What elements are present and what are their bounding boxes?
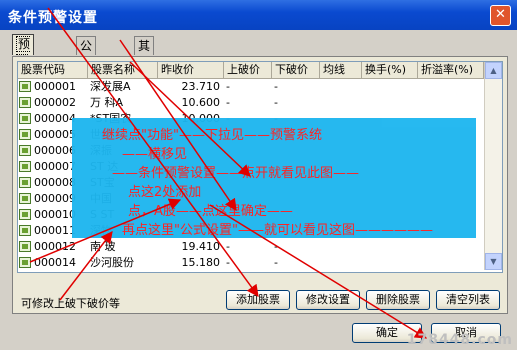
table-cell: 深发展A bbox=[90, 80, 131, 93]
annotation-line: 点这2处添加 bbox=[128, 185, 202, 200]
column-header-ma[interactable]: 均线 bbox=[320, 62, 362, 78]
column-header-turnover[interactable]: 换手(%) bbox=[362, 62, 418, 78]
column-header-premium[interactable]: 折溢率(%) bbox=[418, 62, 484, 78]
edit-settings-button[interactable]: 修改设置 bbox=[296, 290, 360, 310]
vertical-scrollbar[interactable]: ▲ ▼ bbox=[484, 62, 502, 270]
table-cell: 000014 bbox=[34, 256, 76, 269]
annotation-line: 继续点"功能"——下拉见——预警系统 bbox=[102, 128, 322, 143]
table-cell: 沙河股份 bbox=[90, 256, 134, 269]
stock-icon bbox=[19, 97, 31, 108]
table-cell: 19.410 bbox=[181, 240, 221, 253]
watermark: 178448.com bbox=[406, 332, 513, 348]
stock-icon bbox=[19, 129, 31, 140]
scroll-up-icon[interactable]: ▲ bbox=[485, 62, 502, 79]
tab-other-settings[interactable]: 其它设置 bbox=[134, 36, 155, 107]
table-cell: - bbox=[226, 96, 230, 109]
table-cell: - bbox=[226, 80, 230, 93]
table-cell: 000012 bbox=[34, 240, 76, 253]
table-cell: - bbox=[226, 256, 230, 269]
table-cell: 南 玻 bbox=[90, 240, 116, 253]
stock-icon bbox=[19, 177, 31, 188]
table-cell: 15.180 bbox=[181, 256, 221, 269]
column-header-lower-break[interactable]: 下破价 bbox=[272, 62, 320, 78]
window-title: 条件预警设置 bbox=[8, 10, 98, 26]
column-header-name[interactable]: 股票名称 bbox=[88, 62, 158, 78]
table-cell: - bbox=[226, 240, 230, 253]
tab-formula-settings[interactable]: 公式设置 bbox=[76, 36, 97, 107]
stock-icon bbox=[19, 113, 31, 124]
stock-icon bbox=[19, 81, 31, 92]
title-bar: 条件预警设置 ✕ bbox=[0, 0, 517, 30]
table-row[interactable]: 000002 万 科A 10.600- - bbox=[18, 95, 484, 111]
column-header-prev-close[interactable]: 昨收价 bbox=[158, 62, 224, 78]
stock-icon bbox=[19, 241, 31, 252]
annotation-line: 点，A股——点这里确定—— bbox=[128, 204, 293, 219]
stock-icon bbox=[19, 161, 31, 172]
stock-icon bbox=[19, 193, 31, 204]
table-cell: 23.710 bbox=[181, 80, 221, 93]
close-button[interactable]: ✕ bbox=[490, 5, 511, 26]
table-cell: - bbox=[274, 96, 278, 109]
hint-text: 可修改上破下破价等 bbox=[21, 297, 120, 310]
table-cell: 000002 bbox=[34, 96, 76, 109]
annotation-line: ——条件预警设置——点开就看见此图—— bbox=[112, 166, 360, 181]
table-cell: - bbox=[274, 240, 278, 253]
stock-icon bbox=[19, 209, 31, 220]
tab-warning-stocks[interactable]: 预警股票 bbox=[12, 34, 35, 106]
annotation-line: ——横移见 bbox=[122, 147, 188, 162]
annotation-box: 继续点"功能"——下拉见——预警系统 ——横移见 ——条件预警设置——点开就看见… bbox=[72, 118, 476, 238]
column-header-code[interactable]: 股票代码 bbox=[18, 62, 88, 78]
table-cell: - bbox=[274, 80, 278, 93]
add-stock-button[interactable]: 添加股票 bbox=[226, 290, 290, 310]
clear-list-button[interactable]: 清空列表 bbox=[436, 290, 500, 310]
table-header: 股票代码 股票名称 昨收价 上破价 下破价 均线 换手(%) 折溢率(%) bbox=[18, 62, 484, 79]
table-cell: 万 科A bbox=[90, 96, 124, 109]
delete-stock-button[interactable]: 删除股票 bbox=[366, 290, 430, 310]
table-row[interactable]: 000012 南 玻 19.410- - bbox=[18, 239, 484, 255]
column-header-upper-break[interactable]: 上破价 bbox=[224, 62, 272, 78]
table-row[interactable]: 000001 深发展A 23.710- - bbox=[18, 79, 484, 95]
table-row[interactable]: 000014 沙河股份 15.180- - bbox=[18, 255, 484, 271]
table-cell: 000001 bbox=[34, 80, 76, 93]
dialog-window: 条件预警设置 ✕ 预警股票 公式设置 其它设置 股票代码 股票名称 昨收价 上破… bbox=[0, 0, 517, 350]
annotation-line: 再点这里"公式设置"——就可以看见这图—————— bbox=[122, 223, 433, 238]
table-cell: - bbox=[274, 256, 278, 269]
stock-icon bbox=[19, 145, 31, 156]
stock-icon bbox=[19, 257, 31, 268]
table-cell: 10.600 bbox=[181, 96, 221, 109]
scroll-down-icon[interactable]: ▼ bbox=[485, 253, 502, 270]
stock-icon bbox=[19, 225, 31, 236]
